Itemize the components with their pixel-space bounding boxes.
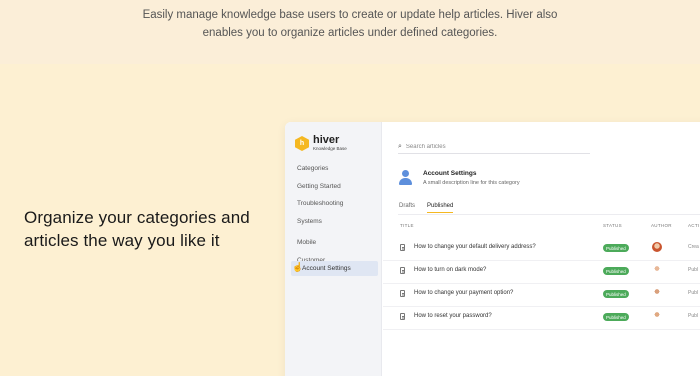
table-row[interactable]: How to change your default delivery addr…: [383, 238, 700, 261]
column-header-title[interactable]: TITLE: [400, 223, 414, 228]
search-bar[interactable]: ⌕: [398, 140, 590, 154]
article-title[interactable]: How to change your default delivery addr…: [414, 244, 536, 250]
status-badge: Published: [603, 244, 629, 252]
author-avatar: [652, 288, 662, 298]
main-panel: ⌕ Account Settings A small description l…: [383, 122, 700, 376]
sidebar-item-systems[interactable]: Systems: [297, 218, 322, 225]
intro-line-1: Easily manage knowledge base users to cr…: [142, 9, 558, 21]
tab-drafts[interactable]: Drafts: [399, 203, 415, 209]
status-badge: Published: [603, 267, 629, 275]
search-icon: ⌕: [398, 142, 402, 150]
article-title[interactable]: How to turn on dark mode?: [414, 267, 486, 273]
category-description: A small description line for this catego…: [423, 180, 520, 186]
category-header: Account Settings A small description lin…: [399, 169, 520, 186]
heading-line-1: Organize your categories and: [24, 208, 250, 227]
tab-published[interactable]: Published: [427, 203, 454, 213]
document-icon: [400, 267, 405, 274]
heading-line-2: articles the way you like it: [24, 231, 220, 250]
brand-name: hiver: [313, 134, 340, 146]
author-avatar: [652, 265, 662, 275]
table-row[interactable]: How to turn on dark mode? Published Publ: [383, 261, 700, 284]
search-input[interactable]: [405, 143, 576, 150]
row-action[interactable]: Publ: [688, 290, 698, 296]
pointer-cursor-icon: ☝: [292, 262, 304, 272]
document-icon: [400, 290, 405, 297]
user-icon: [399, 170, 413, 186]
column-header-status[interactable]: STATUS: [603, 223, 622, 228]
status-badge: Published: [603, 290, 629, 298]
column-header-author[interactable]: AUTHOR: [651, 223, 672, 228]
app-window: h hiver Knowledge Base Categories Gettin…: [285, 122, 700, 376]
table-row[interactable]: How to reset your password? Published Pu…: [383, 307, 700, 330]
sidebar: h hiver Knowledge Base Categories Gettin…: [285, 122, 382, 376]
sidebar-item-label: Account Settings: [302, 265, 351, 272]
author-avatar: [652, 242, 662, 252]
row-action[interactable]: Crea: [688, 244, 699, 250]
sidebar-item-mobile[interactable]: Mobile: [297, 239, 316, 246]
tab-bar: Drafts Published: [398, 203, 700, 215]
document-icon: [400, 244, 405, 251]
article-title[interactable]: How to reset your password?: [414, 313, 492, 319]
sidebar-item-getting-started[interactable]: Getting Started: [297, 183, 341, 190]
column-header-actions[interactable]: ACTI: [688, 223, 699, 228]
category-title: Account Settings: [423, 170, 477, 177]
brand-subtitle: Knowledge Base: [313, 146, 347, 151]
intro-line-2: enables you to organize articles under d…: [202, 27, 498, 39]
article-title[interactable]: How to change your payment option?: [414, 290, 513, 296]
sidebar-item-categories[interactable]: Categories: [297, 165, 328, 172]
sidebar-item-troubleshooting[interactable]: Troubleshooting: [297, 200, 343, 207]
row-action[interactable]: Publ: [688, 267, 698, 273]
author-avatar: [652, 311, 662, 321]
row-action[interactable]: Publ: [688, 313, 698, 319]
document-icon: [400, 313, 405, 320]
hiver-logo-icon: h: [295, 136, 309, 151]
sidebar-item-account-settings[interactable]: ☝ Account Settings: [291, 261, 378, 276]
status-badge: Published: [603, 313, 629, 321]
brand-logo[interactable]: h hiver Knowledge Base: [295, 135, 347, 152]
table-row[interactable]: How to change your payment option? Publi…: [383, 284, 700, 307]
section-heading: Organize your categories and articles th…: [24, 206, 250, 252]
intro-text: Easily manage knowledge base users to cr…: [0, 6, 700, 42]
